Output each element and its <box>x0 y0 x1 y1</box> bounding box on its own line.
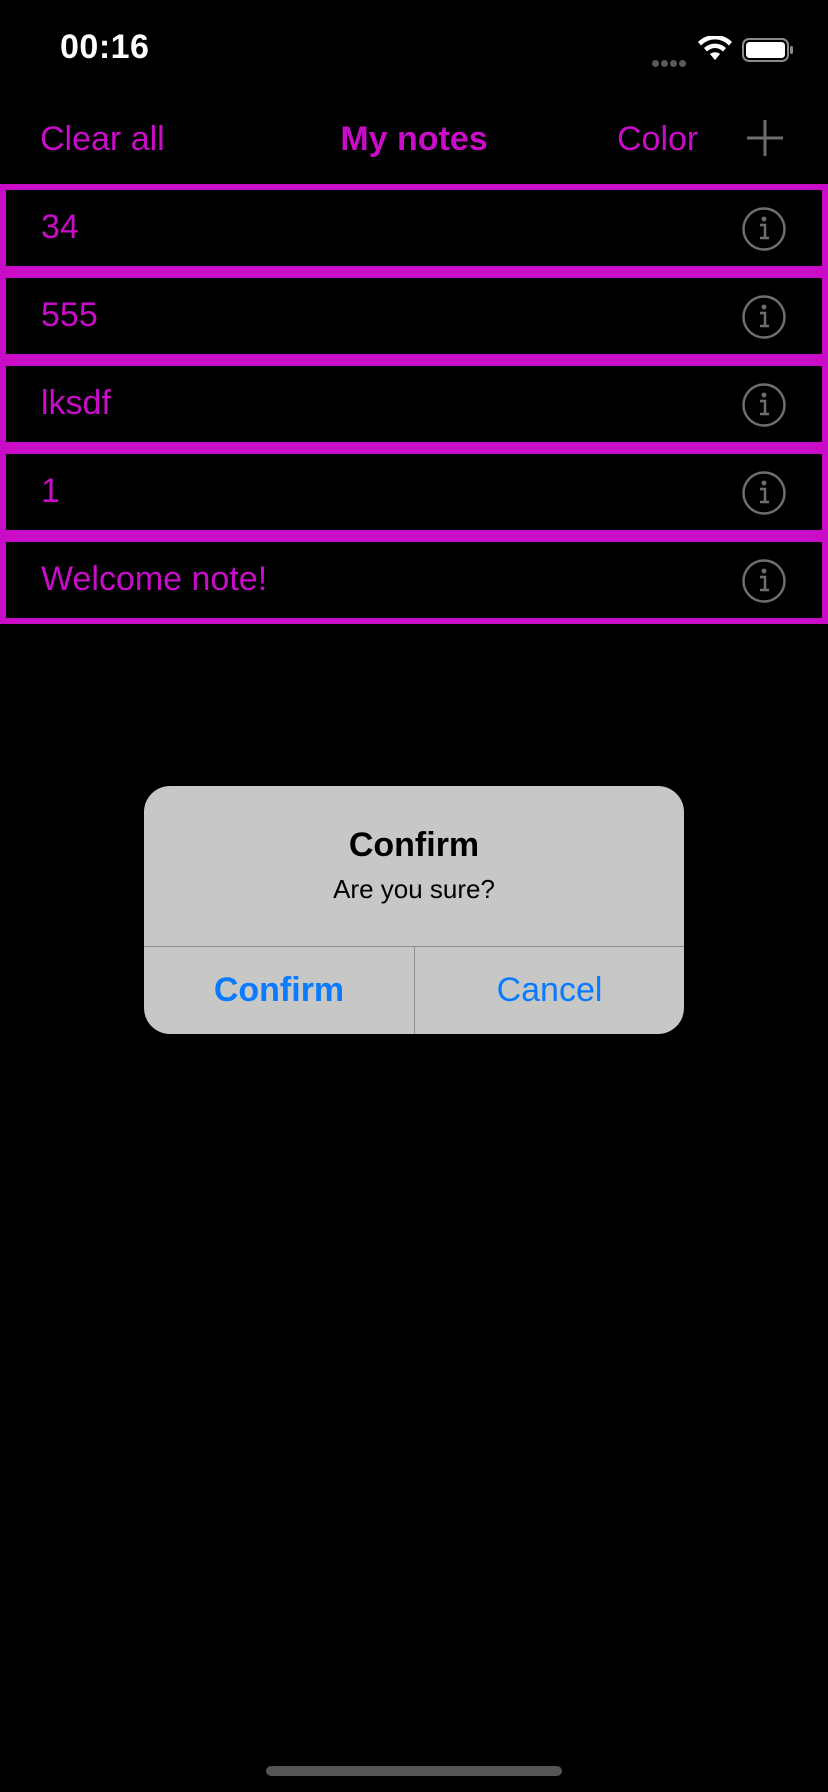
confirm-alert-dialog: Confirm Are you sure? Confirm Cancel <box>144 786 684 1034</box>
info-icon[interactable] <box>741 558 787 604</box>
note-title: 1 <box>41 472 60 510</box>
info-icon[interactable] <box>741 382 787 428</box>
status-bar: 00:16 <box>0 0 828 100</box>
plus-icon[interactable] <box>745 118 785 158</box>
alert-message: Are you sure? <box>333 874 495 904</box>
list-item[interactable]: lksdf <box>0 360 828 448</box>
cancel-button[interactable]: Cancel <box>415 947 684 1034</box>
info-icon[interactable] <box>741 470 787 516</box>
note-title: 34 <box>41 208 79 246</box>
navigation-bar: Clear all My notes Color <box>0 100 828 182</box>
wifi-icon <box>698 36 732 60</box>
confirm-button[interactable]: Confirm <box>144 947 414 1034</box>
info-icon[interactable] <box>741 206 787 252</box>
list-item[interactable]: Welcome note! <box>0 536 828 624</box>
list-item[interactable]: 34 <box>0 184 828 272</box>
clear-all-button[interactable]: Clear all <box>40 120 165 159</box>
note-title: 555 <box>41 296 98 334</box>
alert-title: Confirm <box>348 826 480 864</box>
list-item[interactable]: 555 <box>0 272 828 360</box>
cellular-signal-icon <box>652 54 690 67</box>
status-time: 00:16 <box>60 28 150 66</box>
note-title: lksdf <box>41 384 111 422</box>
list-item[interactable]: 1 <box>0 448 828 536</box>
home-indicator[interactable] <box>266 1766 562 1776</box>
info-icon[interactable] <box>741 294 787 340</box>
battery-icon <box>742 38 793 62</box>
note-title: Welcome note! <box>41 560 268 598</box>
color-button[interactable]: Color <box>617 120 698 159</box>
